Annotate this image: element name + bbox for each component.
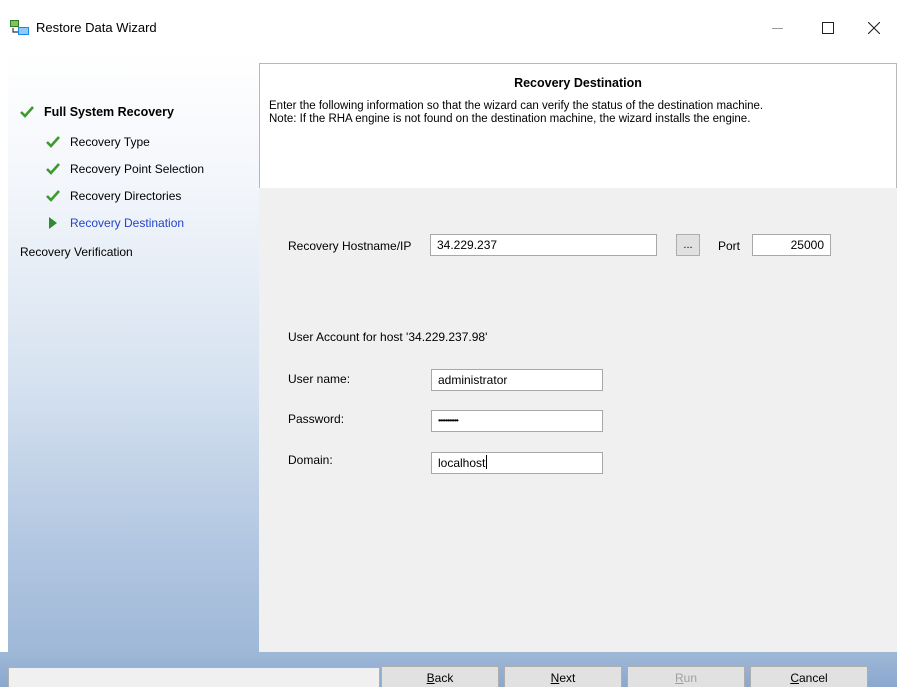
title-bar: Restore Data Wizard bbox=[0, 0, 897, 52]
wizard-steps-pane: Full System Recovery Recovery Type Recov… bbox=[8, 52, 259, 652]
step-recovery-directories: Recovery Directories bbox=[46, 189, 181, 203]
status-area bbox=[8, 667, 380, 687]
page-description: Enter the following information so that … bbox=[269, 100, 763, 126]
text-cursor bbox=[486, 455, 488, 469]
checkmark-icon bbox=[46, 190, 60, 202]
back-button[interactable]: Back bbox=[381, 666, 499, 687]
step-full-system-recovery: Full System Recovery bbox=[20, 105, 174, 119]
cancel-button[interactable]: Cancel bbox=[750, 666, 868, 687]
browse-host-button[interactable]: ... bbox=[676, 234, 700, 256]
step-recovery-type: Recovery Type bbox=[46, 135, 150, 149]
checkmark-icon bbox=[20, 106, 34, 118]
port-label: Port bbox=[718, 239, 741, 253]
checkmark-icon bbox=[46, 136, 60, 148]
minimize-icon bbox=[771, 27, 783, 29]
page-header: Recovery Destination Enter the following… bbox=[259, 63, 897, 189]
form-panel: Recovery Hostname/IP 34.229.237 ... Port… bbox=[259, 188, 897, 652]
description-line-2: Note: If the RHA engine is not found on … bbox=[269, 113, 751, 125]
page-title: Recovery Destination bbox=[514, 76, 642, 90]
password-label: Password: bbox=[288, 412, 345, 426]
description-line-1: Enter the following information so that … bbox=[269, 100, 764, 112]
next-button[interactable]: Next bbox=[504, 666, 622, 687]
password-input[interactable]: ••••••••••• bbox=[431, 410, 603, 432]
maximize-button[interactable] bbox=[805, 12, 851, 44]
hostname-label: Recovery Hostname/IP bbox=[288, 239, 412, 253]
step-recovery-point-selection: Recovery Point Selection bbox=[46, 162, 204, 176]
account-heading: User Account for host '34.229.237.98' bbox=[288, 330, 488, 344]
username-input[interactable]: administrator bbox=[431, 369, 603, 391]
port-input[interactable]: 25000 bbox=[752, 234, 831, 256]
maximize-icon bbox=[822, 22, 834, 34]
wizard-page: Recovery Destination Enter the following… bbox=[259, 52, 897, 652]
app-icon bbox=[10, 20, 29, 35]
step-recovery-destination: Recovery Destination bbox=[46, 216, 184, 230]
domain-value: localhost bbox=[438, 456, 486, 470]
hostname-input[interactable]: 34.229.237 bbox=[430, 234, 657, 256]
step-recovery-verification: Recovery Verification bbox=[20, 245, 133, 259]
window-title: Restore Data Wizard bbox=[36, 20, 157, 35]
domain-input[interactable]: localhost bbox=[431, 452, 603, 474]
close-button[interactable] bbox=[851, 12, 897, 44]
current-step-arrow-icon bbox=[49, 217, 57, 229]
minimize-button[interactable] bbox=[754, 12, 800, 44]
run-button[interactable]: Run bbox=[627, 666, 745, 687]
username-label: User name: bbox=[288, 372, 351, 386]
domain-label: Domain: bbox=[288, 453, 333, 467]
close-icon bbox=[868, 22, 880, 34]
checkmark-icon bbox=[46, 163, 60, 175]
